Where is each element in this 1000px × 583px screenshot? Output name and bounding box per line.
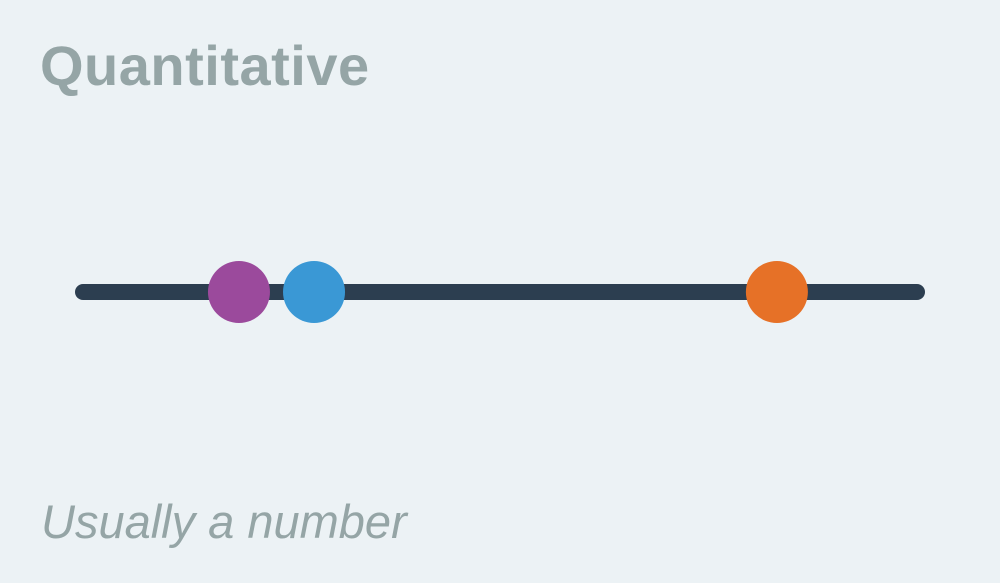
card-subtitle: Usually a number — [41, 495, 407, 548]
point-blue — [283, 261, 346, 323]
concept-card: Quantitative Usually a number — [0, 0, 1000, 583]
point-purple — [207, 261, 270, 323]
point-orange — [745, 261, 808, 323]
